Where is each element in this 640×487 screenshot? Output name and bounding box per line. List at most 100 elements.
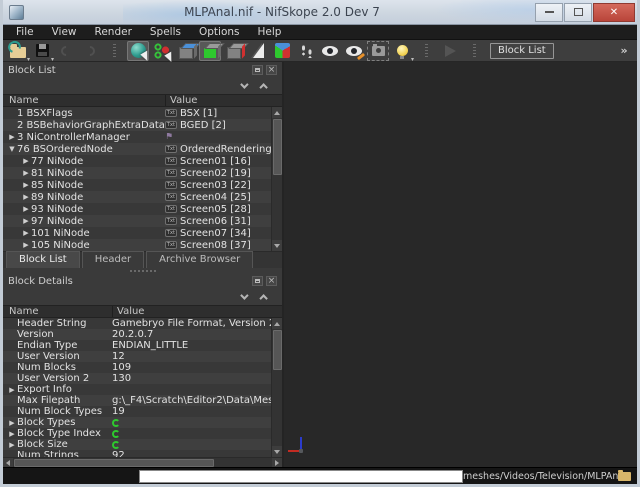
float-panel-button[interactable] xyxy=(252,276,263,286)
view-top-button[interactable] xyxy=(175,41,197,61)
menu-help[interactable]: Help xyxy=(249,26,291,38)
Block Type Index[interactable]: Block Type Index xyxy=(3,428,271,439)
save-button[interactable] xyxy=(31,41,53,61)
scroll-up-icon[interactable] xyxy=(272,107,283,118)
Export Info[interactable]: Export Info xyxy=(3,384,271,395)
collapse-all-button chevron-down-icon[interactable] xyxy=(240,80,248,88)
expand-arrow-icon[interactable] xyxy=(3,386,17,394)
column-header-name[interactable]: Name xyxy=(3,306,112,317)
collapse-all-button chevron-down-icon[interactable] xyxy=(240,291,248,299)
81 NiNode[interactable]: 81 NiNode Screen02 [19] xyxy=(3,167,271,179)
User Version 2[interactable]: User Version 2 130 xyxy=(3,373,271,384)
maximize-button[interactable] xyxy=(564,3,592,22)
expand-arrow-icon[interactable] xyxy=(17,205,31,213)
redo-button[interactable] xyxy=(79,41,101,61)
render-viewport[interactable] xyxy=(284,62,637,467)
toolbar-separator[interactable] xyxy=(415,41,437,61)
lighting-button[interactable] xyxy=(391,41,413,61)
Num Blocks[interactable]: Num Blocks 109 xyxy=(3,362,271,373)
85 NiNode[interactable]: 85 NiNode Screen03 [22] xyxy=(3,179,271,191)
Version[interactable]: Version 20.2.0.7 xyxy=(3,329,271,340)
close-panel-button[interactable]: × xyxy=(266,276,277,286)
float-panel-button[interactable] xyxy=(252,65,263,75)
2 BSBehaviorGraphExtraData[interactable]: 2 BSBehaviorGraphExtraData BGED [2] xyxy=(3,119,271,131)
scroll-left-icon[interactable] xyxy=(3,458,13,468)
block-details-scrollbar[interactable] xyxy=(271,318,282,457)
folder-icon[interactable] xyxy=(618,472,631,481)
user-view-button[interactable] xyxy=(271,41,293,61)
93 NiNode[interactable]: 93 NiNode Screen05 [28] xyxy=(3,203,271,215)
close-button[interactable]: ✕ xyxy=(593,3,635,22)
Endian Type[interactable]: Endian Type ENDIAN_LITTLE xyxy=(3,340,271,351)
view-front-button[interactable] xyxy=(199,41,221,61)
Block Types[interactable]: Block Types xyxy=(3,417,271,428)
Header String[interactable]: Header String Gamebryo File Format, Vers… xyxy=(3,318,271,329)
105 NiNode[interactable]: 105 NiNode Screen08 [37] xyxy=(3,239,271,251)
play-animation-button[interactable] xyxy=(439,41,461,61)
toolbar-overflow-button[interactable]: » xyxy=(613,40,635,60)
toolbar-separator[interactable] xyxy=(463,41,485,61)
menu-view[interactable]: View xyxy=(43,26,86,38)
expand-arrow-icon[interactable] xyxy=(17,217,31,225)
column-header-value[interactable]: Value xyxy=(112,306,271,317)
76 BSOrderedNode[interactable]: 76 BSOrderedNode OrderedRenderingNod... xyxy=(3,143,271,155)
walk-mode-button[interactable] xyxy=(295,41,317,61)
expand-all-button chevron-up-icon[interactable] xyxy=(259,83,267,91)
expand-arrow-icon[interactable] xyxy=(17,193,31,201)
select-object-mode-button[interactable] xyxy=(127,41,149,61)
menu-render[interactable]: Render xyxy=(86,26,141,38)
view-side-button[interactable] xyxy=(223,41,245,61)
97 NiNode[interactable]: 97 NiNode Screen06 [31] xyxy=(3,215,271,227)
expand-arrow-icon[interactable] xyxy=(17,181,31,189)
perspective-button[interactable] xyxy=(319,41,341,61)
1 BSXFlags[interactable]: 1 BSXFlags BSX [1] xyxy=(3,107,271,119)
Max Filepath[interactable]: Max Filepath g:\_F4\Scratch\Editor2\Data… xyxy=(3,395,271,406)
tab-header[interactable]: Header xyxy=(82,251,144,268)
101 NiNode[interactable]: 101 NiNode Screen07 [34] xyxy=(3,227,271,239)
expand-arrow-icon[interactable] xyxy=(17,241,31,249)
expand-arrow-icon[interactable] xyxy=(3,419,17,427)
expand-arrow-icon[interactable] xyxy=(3,441,17,449)
flip-view-button[interactable] xyxy=(247,41,269,61)
Num Strings[interactable]: Num Strings 92 xyxy=(3,450,271,457)
89 NiNode[interactable]: 89 NiNode Screen04 [25] xyxy=(3,191,271,203)
tab-archive-browser[interactable]: Archive Browser xyxy=(146,251,253,268)
tab-block-list[interactable]: Block List xyxy=(6,251,80,268)
app-icon[interactable] xyxy=(9,5,24,20)
menu-spells[interactable]: Spells xyxy=(141,26,190,38)
scroll-up-icon[interactable] xyxy=(272,318,283,329)
expand-all-button chevron-up-icon[interactable] xyxy=(259,294,267,302)
scroll-right-icon[interactable] xyxy=(272,458,282,468)
column-header-value[interactable]: Value xyxy=(165,95,271,106)
column-header-name[interactable]: Name xyxy=(3,95,165,106)
edit-view-button[interactable] xyxy=(343,41,365,61)
scrollbar-thumb[interactable] xyxy=(273,330,282,370)
horizontal-scrollbar[interactable] xyxy=(3,457,282,467)
title-bar[interactable]: MLPAnal.nif - NifSkope 2.0 Dev 7 ✕ xyxy=(3,0,637,25)
scroll-down-icon[interactable] xyxy=(272,446,283,457)
load-button[interactable] xyxy=(7,41,29,61)
scroll-down-icon[interactable] xyxy=(272,240,283,251)
expand-arrow-icon[interactable] xyxy=(3,145,17,153)
menu-options[interactable]: Options xyxy=(190,26,249,38)
undo-button[interactable] xyxy=(55,41,77,61)
77 NiNode[interactable]: 77 NiNode Screen01 [16] xyxy=(3,155,271,167)
expand-arrow-icon[interactable] xyxy=(17,157,31,165)
Num Block Types[interactable]: Num Block Types 19 xyxy=(3,406,271,417)
toolbar-separator[interactable] xyxy=(103,41,125,61)
expand-arrow-icon[interactable] xyxy=(17,229,31,237)
select-vertex-mode-button[interactable] xyxy=(151,41,173,61)
menu-file[interactable]: File xyxy=(7,26,43,38)
expand-arrow-icon[interactable] xyxy=(17,169,31,177)
close-panel-button[interactable]: × xyxy=(266,65,277,75)
Block Size[interactable]: Block Size xyxy=(3,439,271,450)
block-list-view-combo[interactable]: Block List xyxy=(490,41,554,61)
block-list-scrollbar[interactable] xyxy=(271,107,282,251)
User Version[interactable]: User Version 12 xyxy=(3,351,271,362)
screenshot-button[interactable] xyxy=(367,41,389,61)
minimize-button[interactable] xyxy=(535,3,563,22)
expand-arrow-icon[interactable] xyxy=(3,133,17,141)
scrollbar-thumb[interactable] xyxy=(14,459,214,467)
expand-arrow-icon[interactable] xyxy=(3,430,17,438)
scrollbar-thumb[interactable] xyxy=(273,119,282,175)
